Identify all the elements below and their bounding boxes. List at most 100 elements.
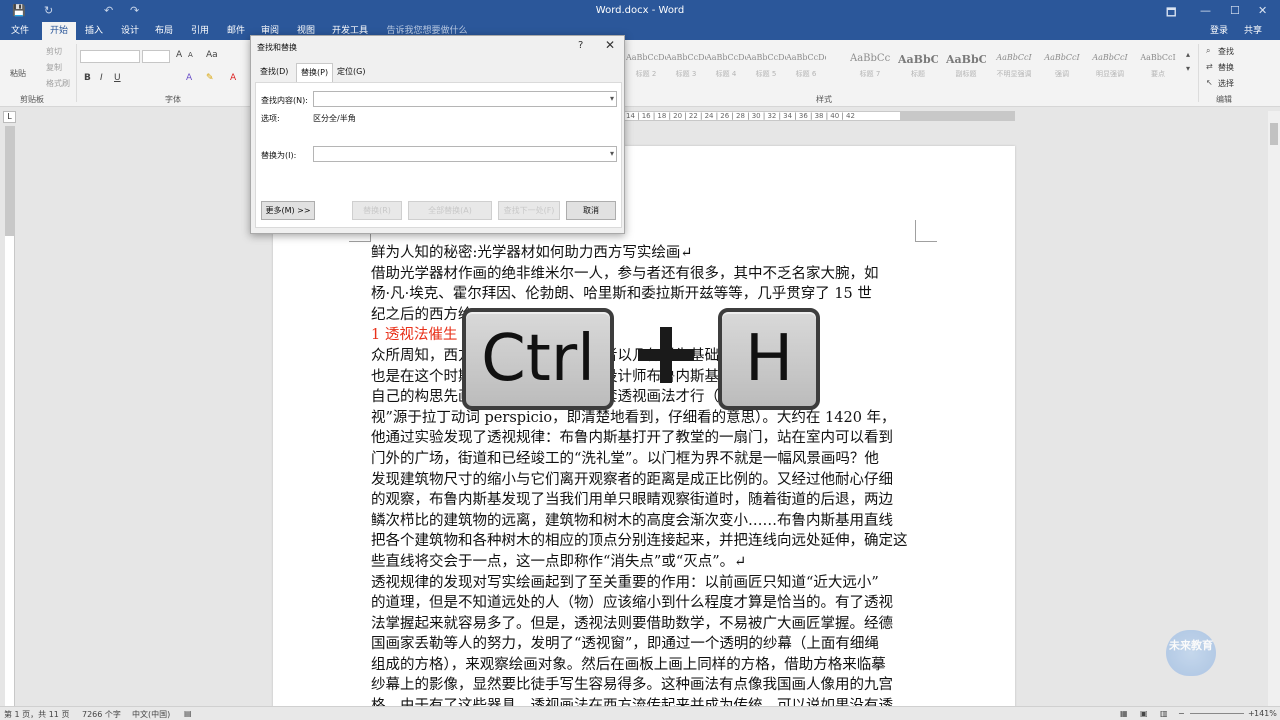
style-item[interactable]: AaBbCcI 明显强调	[1090, 53, 1130, 79]
tab-goto[interactable]: 定位(G)	[337, 66, 365, 77]
vertical-scrollbar[interactable]	[1268, 111, 1280, 708]
select-icon[interactable]: ↖	[1206, 78, 1213, 87]
style-preview: AaBbCcI	[1092, 53, 1128, 62]
close-button[interactable]: ✕	[1258, 4, 1267, 17]
style-preview: AaBbC	[898, 53, 938, 65]
paragraph-line: 国画家丢勒等人的努力，发明了“透视窗”，即通过一个透明的纱幕（上面有细绳	[371, 636, 879, 653]
styles-more-icon[interactable]: ▾	[1186, 64, 1190, 73]
select-button[interactable]: 选择	[1218, 78, 1234, 89]
paragraph-line: 纱幕上的影像，显然要比徒手写生容易得多。这种画法有点像我国画人像用的九宫	[371, 677, 893, 694]
style-item[interactable]: AaBbCcI 强调	[1042, 53, 1082, 79]
paragraph-line: 鲜为人知的秘密:光学器材如何助力西方写实绘画↵	[371, 245, 693, 261]
paragraph-line: 借助光学器材作画的绝非维米尔一人，参与者还有很多，其中不乏名家大腕，如	[371, 265, 879, 282]
editing-group-label: 编辑	[1216, 95, 1232, 104]
zoom-slider[interactable]	[1190, 713, 1244, 714]
vertical-ruler[interactable]	[5, 126, 15, 710]
word-count[interactable]: 7266 个字	[82, 709, 121, 720]
cancel-button[interactable]: 取消	[566, 201, 616, 220]
grow-font-button[interactable]: A	[176, 50, 182, 60]
bold-button[interactable]: B	[84, 73, 91, 83]
scrollbar-thumb[interactable]	[1270, 123, 1278, 145]
replace-input[interactable]: ▾	[313, 146, 617, 162]
chevron-down-icon[interactable]: ▾	[610, 94, 614, 103]
style-item[interactable]: AaBbCcI 不明显强调	[994, 53, 1034, 79]
tab-find[interactable]: 查找(D)	[260, 66, 288, 77]
tab-layout[interactable]: 布局	[150, 22, 178, 40]
tab-file[interactable]: 文件	[6, 22, 34, 40]
text-effects-icon[interactable]: A	[186, 73, 192, 83]
copy-button[interactable]: 复制	[46, 62, 62, 73]
ribbon-display-icon[interactable]: 🗖	[1166, 4, 1176, 23]
options-value: 区分全/半角	[313, 114, 356, 123]
web-layout-icon[interactable]: ▥	[1160, 709, 1168, 718]
italic-button[interactable]: I	[100, 73, 103, 83]
change-case-button[interactable]: Aa	[206, 50, 218, 60]
share-button[interactable]: 共享	[1236, 22, 1270, 40]
font-name-select[interactable]	[80, 50, 140, 63]
zoom-level[interactable]: 141%	[1254, 709, 1277, 718]
find-button[interactable]: 查找	[1218, 46, 1234, 57]
style-item[interactable]: AaBbCcDdEe 标题 2	[626, 53, 666, 79]
minimize-button[interactable]: —	[1200, 4, 1211, 17]
maximize-button[interactable]: ☐	[1230, 4, 1240, 17]
signin-link[interactable]: 登录	[1206, 22, 1232, 40]
underline-button[interactable]: U	[114, 73, 121, 83]
help-icon[interactable]: ?	[578, 40, 583, 51]
style-name: 不明显强调	[996, 70, 1032, 78]
style-item[interactable]: AaBbCcDdEe 标题 4	[706, 53, 746, 79]
find-next-button[interactable]: 查找下一处(F)	[498, 201, 560, 220]
chevron-down-icon[interactable]: ▾	[610, 149, 614, 158]
tab-selector[interactable]: L	[3, 111, 16, 123]
tab-mailings[interactable]: 邮件	[222, 22, 250, 40]
page-count[interactable]: 第 1 页，共 11 页	[4, 709, 69, 720]
tab-references[interactable]: 引用	[186, 22, 214, 40]
paragraph-line: 杨·凡·埃克、霍尔拜因、伦勃朗、哈里斯和委拉斯开兹等等，几乎贯穿了 15 世	[371, 286, 872, 303]
style-name: 标题 4	[715, 70, 737, 78]
style-preview: AaBbCcDdEe	[626, 53, 666, 62]
tab-replace[interactable]: 替换(P)	[296, 63, 334, 82]
format-painter-button[interactable]: 格式刷	[46, 78, 70, 89]
replace-all-button[interactable]: 全部替换(A)	[408, 201, 492, 220]
style-item[interactable]: AaBbC 标题	[898, 53, 938, 79]
tab-design[interactable]: 设计	[116, 22, 144, 40]
dialog-close-icon[interactable]: ✕	[605, 38, 615, 52]
paragraph-line: 法掌握起来就容易多了。但是，透视法则要借助数学，不易被广大画匠掌握。经德	[371, 615, 893, 632]
style-preview: AaBbCcI	[1044, 53, 1080, 62]
replace-icon[interactable]: ⇄	[1206, 62, 1213, 71]
style-name: 标题 6	[795, 70, 817, 78]
style-item[interactable]: AaBbCcDdEe 标题 6	[786, 53, 826, 79]
paragraph-line: 纪之后的西方绘	[371, 306, 473, 323]
paragraph-line: 些直线将交会于一点，这一点即称作“消失点”或“灭点”。↵	[371, 553, 747, 570]
ctrl-key-overlay: Ctrl	[462, 308, 614, 410]
find-input[interactable]: ▾	[313, 91, 617, 107]
highlight-icon[interactable]: ✎	[206, 73, 214, 83]
tab-home[interactable]: 开始	[42, 22, 76, 40]
style-item[interactable]: AaBbCcI 要点	[1138, 53, 1178, 79]
macro-icon[interactable]: ▤	[184, 709, 192, 718]
options-label: 选项:	[261, 114, 280, 123]
replace-one-button[interactable]: 替换(R)	[352, 201, 402, 220]
style-item[interactable]: AaBbC 副标题	[946, 53, 986, 79]
style-name: 强调	[1055, 70, 1069, 78]
more-button[interactable]: 更多(M) >>	[261, 201, 315, 220]
tab-insert[interactable]: 插入	[80, 22, 108, 40]
document-body[interactable]: 鲜为人知的秘密:光学器材如何助力西方写实绘画↵ 借助光学器材作画的绝非维米尔一人，…	[371, 243, 916, 717]
paragraph-line: 把各个建筑物和各种树木的相应的顶点分别连接起来，并把连线向远处延伸，确定这	[371, 533, 908, 550]
style-item[interactable]: AaBbCcI 标题 7	[850, 53, 890, 79]
shrink-font-button[interactable]: A	[188, 51, 193, 59]
status-bar: 第 1 页，共 11 页 7266 个字 中文(中国) ▤ ▦ ▣ ▥ − + …	[0, 706, 1280, 720]
styles-scroll-icon[interactable]: ▴	[1186, 50, 1190, 59]
font-size-select[interactable]	[142, 50, 170, 63]
paragraph-line: 自己的构思先画出来，必须要建立一套透视画法才行（“透	[371, 387, 916, 408]
style-item[interactable]: AaBbCcDdEe 标题 5	[746, 53, 786, 79]
print-layout-icon[interactable]: ▣	[1140, 709, 1148, 718]
cut-button[interactable]: 剪切	[46, 46, 62, 57]
zoom-out-icon[interactable]: −	[1178, 709, 1185, 718]
font-color-icon[interactable]: A	[230, 73, 236, 83]
style-item[interactable]: AaBbCcDdEe 标题 3	[666, 53, 706, 79]
language[interactable]: 中文(中国)	[132, 709, 170, 720]
replace-button[interactable]: 替换	[1218, 62, 1234, 73]
read-mode-icon[interactable]: ▦	[1120, 709, 1128, 718]
find-icon[interactable]: ⌕	[1206, 46, 1210, 56]
paste-button[interactable]: 粘贴	[10, 68, 26, 79]
